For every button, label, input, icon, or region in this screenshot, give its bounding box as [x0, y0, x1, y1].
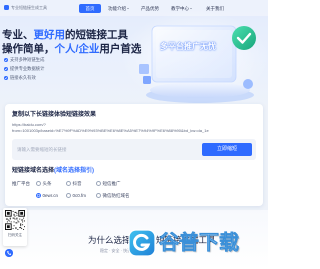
- qr-widget[interactable]: 扫码关注: [3, 208, 27, 246]
- radio-button[interactable]: [66, 193, 71, 199]
- converter-card: 复制以下长链接体验短链接效果 https://baidu.com/? from=…: [5, 104, 263, 206]
- sample-url-line1[interactable]: https://baidu.com/?: [12, 122, 46, 127]
- logo-icon[interactable]: [4, 5, 9, 10]
- domain-guide-link[interactable]: (域名选择指引): [54, 168, 94, 174]
- hero-title-prefix: 专业、: [2, 29, 34, 41]
- platform-option[interactable]: 抖音: [66, 181, 82, 187]
- hero-title-highlight: 更好用: [33, 29, 66, 41]
- nav-home[interactable]: 首页: [79, 4, 101, 13]
- feature-item: 提供专业数据统计: [10, 66, 45, 71]
- domain-option[interactable]: 微信防红域名: [96, 193, 130, 199]
- domain-option[interactable]: 0ewr.cn: [36, 193, 59, 199]
- hero-subtitle-highlight: 个人/企业: [54, 43, 100, 55]
- domain-select-title: 短链接域名选择(域名选择指引): [12, 168, 94, 175]
- qr-caption: 扫码关注: [8, 233, 22, 237]
- nav-tutorials[interactable]: 教学中心: [171, 4, 189, 13]
- qr-code[interactable]: [5, 210, 25, 230]
- illustration-caption: 多平台推广无忧: [160, 42, 216, 51]
- converter-heading: 复制以下长链接体验短链接效果: [12, 112, 97, 118]
- chevron-down-icon[interactable]: [190, 8, 192, 9]
- radio-button[interactable]: [36, 181, 41, 187]
- domain-option-label[interactable]: 0ewr.cn: [43, 193, 59, 198]
- radio-button[interactable]: [96, 181, 101, 187]
- platform-label: 推广平台: [12, 181, 30, 186]
- phone-icon[interactable]: [5, 249, 13, 257]
- platform-option-label[interactable]: 抖音: [73, 181, 82, 186]
- long-url-input-box: 立即缩短: [12, 139, 256, 160]
- radio-button[interactable]: [66, 181, 71, 187]
- platform-option[interactable]: 短信推广: [96, 181, 121, 187]
- watermark-logo: [128, 229, 156, 257]
- platform-option[interactable]: 头条: [36, 181, 52, 187]
- hero-title-line1: 专业、更好用的短链接工具: [2, 29, 128, 41]
- check-circle-icon: [4, 67, 8, 71]
- platform-option-label[interactable]: 头条: [43, 181, 52, 186]
- hero-subtitle-prefix: 操作简单，: [2, 43, 55, 55]
- check-circle-icon: [4, 58, 8, 62]
- watermark-text: 谷普下载: [159, 232, 240, 255]
- domain-option[interactable]: 0c0.fm: [66, 193, 87, 199]
- hero-illustration: [139, 25, 256, 103]
- hero-title-suffix: 的短链接工具: [65, 29, 128, 41]
- domain-option-label[interactable]: 微信防红域名: [103, 193, 130, 198]
- nav-features[interactable]: 功能介绍: [108, 4, 126, 13]
- radio-button[interactable]: [36, 193, 41, 199]
- domain-option-label[interactable]: 0c0.fm: [73, 193, 87, 198]
- check-circle-icon: [4, 76, 8, 80]
- platform-option-label[interactable]: 短信推广: [103, 181, 121, 186]
- nav-advantages[interactable]: 产品优势: [141, 4, 159, 13]
- chevron-down-icon[interactable]: [127, 8, 129, 9]
- radio-button[interactable]: [96, 193, 101, 199]
- nav-about[interactable]: 关于我们: [206, 4, 224, 13]
- feature-item: 支持多种短链生成: [10, 57, 45, 62]
- domain-select-title-text: 短链接域名选择: [12, 168, 55, 174]
- hero-title-line2: 操作简单，个人/企业用户首选: [2, 43, 141, 55]
- long-url-input[interactable]: [17, 139, 193, 160]
- logo-text[interactable]: 专业短链接生成工具: [11, 5, 47, 10]
- sample-url-line2[interactable]: from=1001003p/baseid=%E7%9F%AD%E9%93%BE%…: [12, 128, 209, 133]
- shorten-button[interactable]: 立即缩短: [202, 143, 252, 156]
- feature-item: 链接永久有效: [10, 75, 36, 80]
